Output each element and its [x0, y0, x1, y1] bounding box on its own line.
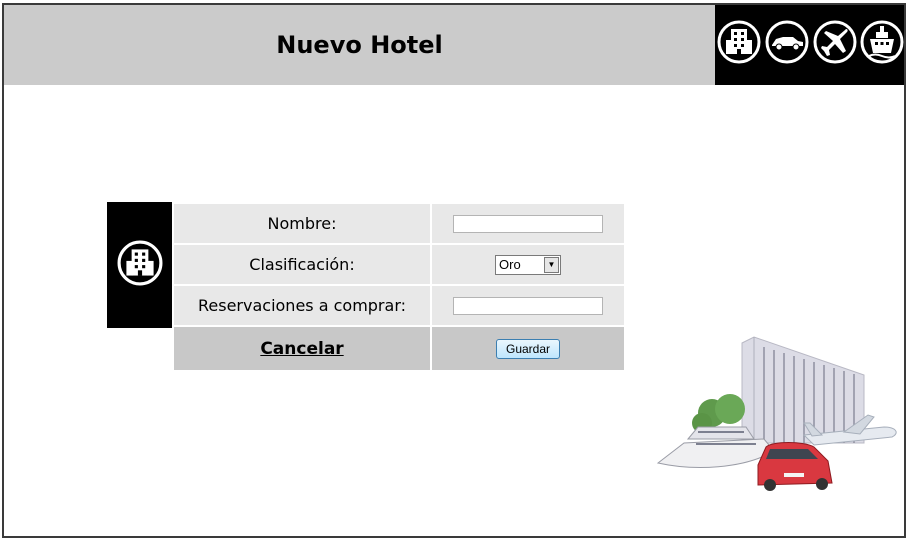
nombre-cell — [432, 204, 624, 243]
reservaciones-label: Reservaciones a comprar: — [174, 286, 430, 325]
reservaciones-input[interactable] — [453, 296, 603, 315]
nombre-label: Nombre: — [174, 204, 430, 243]
header-bar: Nuevo Hotel — [4, 5, 715, 85]
ship-icon[interactable] — [860, 20, 904, 64]
airplane-icon[interactable] — [813, 20, 857, 64]
form-row-nombre: Nombre: — [174, 204, 624, 243]
clasificacion-cell: Oro ▼ — [432, 245, 624, 284]
form-row-reservaciones: Reservaciones a comprar: — [174, 286, 624, 325]
clasificacion-select[interactable]: Oro ▼ — [495, 254, 561, 275]
travel-collage-image — [656, 336, 897, 491]
reservaciones-cell — [432, 286, 624, 325]
nombre-input[interactable] — [453, 214, 603, 233]
clasificacion-label: Clasificación: — [174, 245, 430, 284]
chevron-down-icon[interactable]: ▼ — [544, 256, 559, 273]
save-cell: Guardar — [432, 327, 624, 370]
hotel-form: Nombre: Clasificación: Oro ▼ Reservacion… — [172, 202, 626, 372]
hotel-icon — [117, 240, 163, 286]
hotel-icon[interactable] — [717, 20, 761, 64]
nav-icon-bar — [715, 5, 904, 85]
page-title: Nuevo Hotel — [276, 31, 443, 59]
clasificacion-selected-value: Oro — [499, 256, 521, 272]
cancel-link[interactable]: Cancelar — [260, 339, 343, 359]
save-button[interactable]: Guardar — [495, 339, 561, 359]
form-actions-row: Cancelar Guardar — [174, 327, 624, 370]
page-frame: Nuevo Hotel Nombre: Clasificación: Oro ▼… — [2, 3, 906, 538]
car-icon[interactable] — [765, 20, 809, 64]
form-row-clasificacion: Clasificación: Oro ▼ — [174, 245, 624, 284]
cancel-cell: Cancelar — [174, 327, 430, 370]
section-icon-panel — [107, 202, 172, 328]
